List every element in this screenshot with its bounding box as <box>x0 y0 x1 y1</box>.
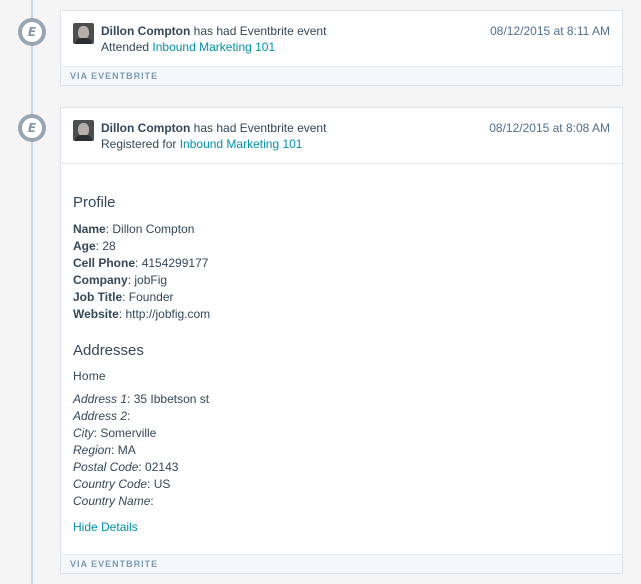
detail-row: Cell Phone: 4154299177 <box>73 256 209 270</box>
action-text: has had Eventbrite event <box>193 121 327 135</box>
eventbrite-icon: E <box>18 114 46 142</box>
detail-label: City <box>73 426 94 440</box>
detail-value: Dillon Compton <box>112 222 195 236</box>
avatar[interactable] <box>73 23 94 44</box>
detail-value: US <box>153 477 171 491</box>
event-details: Profile Name: Dillon Compton Age: 28 Cell … <box>61 163 622 536</box>
detail-row: City: Somerville <box>73 426 157 440</box>
detail-label: Address 1 <box>73 392 128 406</box>
profile-list: Name: Dillon Compton Age: 28 Cell Phone: 4… <box>73 221 610 323</box>
via-eventbrite-footer: VIA EVENTBRITE <box>60 66 623 86</box>
detail-row: Website: http://jobfig.com <box>73 307 211 321</box>
detail-label: Region <box>73 443 112 457</box>
avatar[interactable] <box>73 120 94 141</box>
detail-label: Website <box>73 307 119 321</box>
event-card-registered: Dillon Compton has had Eventbrite event … <box>60 107 623 555</box>
detail-row: Job Title: Founder <box>73 290 174 304</box>
detail-value: 35 Ibbetson st <box>133 392 210 406</box>
detail-label: Name <box>73 222 106 236</box>
detail-row: Age: 28 <box>73 239 116 253</box>
detail-value: 02143 <box>145 460 179 474</box>
timeline-line <box>31 0 33 584</box>
detail-row: Name: Dillon Compton <box>73 222 195 236</box>
detail-row: Company: jobFig <box>73 273 168 287</box>
detail-value: jobFig <box>134 273 168 287</box>
event-header: Dillon Compton has had Eventbrite event … <box>61 108 622 163</box>
timestamp: 08/12/2015 at 8:11 AM <box>490 24 610 38</box>
detail-row: Country Name: <box>73 494 154 508</box>
detail-row: Region: MA <box>73 443 136 457</box>
profile-heading: Profile <box>73 194 116 211</box>
detail-row: Country Code: US <box>73 477 171 491</box>
detail-label: Company <box>73 273 128 287</box>
detail-value: MA <box>117 443 136 457</box>
hide-details-link[interactable]: Hide Details <box>73 520 138 534</box>
detail-prefix: Registered for <box>101 137 177 151</box>
detail-value: 4154299177 <box>141 256 209 270</box>
event-card-attended: Dillon Compton has had Eventbrite event … <box>60 10 623 67</box>
detail-value: Somerville <box>100 426 157 440</box>
detail-value: Founder <box>128 290 174 304</box>
event-header: Dillon Compton has had Eventbrite event … <box>61 11 622 66</box>
via-eventbrite-footer: VIA EVENTBRITE <box>60 554 623 574</box>
user-name[interactable]: Dillon Compton <box>101 24 190 38</box>
detail-row: Address 1: 35 Ibbetson st <box>73 392 210 406</box>
detail-value: 28 <box>102 239 116 253</box>
event-link[interactable]: Inbound Marketing 101 <box>152 40 275 54</box>
detail-row: Address 2: <box>73 409 131 423</box>
detail-label: Address 2 <box>73 409 128 423</box>
user-name[interactable]: Dillon Compton <box>101 121 190 135</box>
detail-label: Age <box>73 239 96 253</box>
detail-value: http://jobfig.com <box>125 307 211 321</box>
timestamp: 08/12/2015 at 8:08 AM <box>489 121 610 135</box>
action-text: has had Eventbrite event <box>193 24 327 38</box>
detail-label: Postal Code <box>73 460 139 474</box>
address-type-heading: Home <box>73 369 106 383</box>
detail-label: Job Title <box>73 290 123 304</box>
addresses-heading: Addresses <box>73 342 144 359</box>
eventbrite-icon: E <box>18 18 46 46</box>
detail-prefix: Attended <box>101 40 150 54</box>
detail-label: Country Code <box>73 477 148 491</box>
detail-row: Postal Code: 02143 <box>73 460 179 474</box>
detail-label: Country Name <box>73 494 151 508</box>
event-link[interactable]: Inbound Marketing 101 <box>180 137 303 151</box>
detail-label: Cell Phone <box>73 256 136 270</box>
address-list: Address 1: 35 Ibbetson st Address 2: City… <box>73 391 610 510</box>
